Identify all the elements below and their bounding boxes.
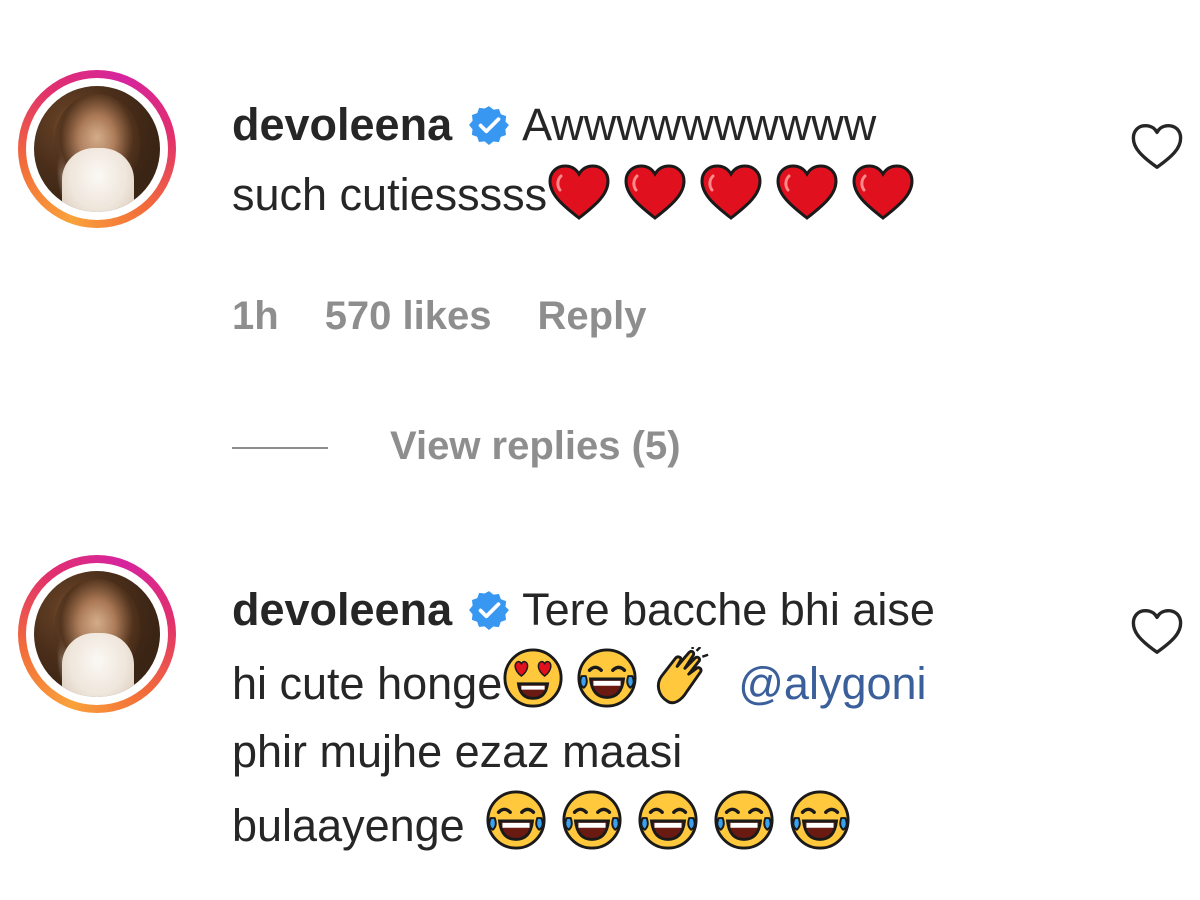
like-heart-icon[interactable] bbox=[1130, 122, 1184, 172]
comment-text-line-1: devoleena Awwwwwwwwww bbox=[232, 90, 876, 160]
tears-of-joy-face-icon bbox=[713, 789, 775, 851]
comment-text-line-2: such cutiesssss bbox=[232, 160, 915, 230]
tears-of-joy-face-icon bbox=[576, 647, 638, 709]
reply-button[interactable]: Reply bbox=[538, 294, 647, 338]
comment-time[interactable]: 1h bbox=[232, 294, 279, 338]
avatar[interactable] bbox=[18, 70, 176, 228]
comment-text: bulaayenge bbox=[232, 800, 465, 851]
avatar-ring-gap bbox=[26, 563, 168, 705]
comment-text: Awwwwwwwwww bbox=[522, 99, 877, 150]
divider-line bbox=[232, 447, 328, 450]
comment-meta: 1h 570 likes Reply bbox=[232, 286, 692, 346]
tears-of-joy-face-icon bbox=[561, 789, 623, 851]
username-link[interactable]: devoleena bbox=[232, 99, 452, 150]
red-heart-icon bbox=[699, 164, 763, 220]
comment-text: phir mujhe ezaz maasi bbox=[232, 726, 683, 777]
comment-text-line-3: phir mujhe ezaz maasi bbox=[232, 717, 682, 787]
heart-eyes-face-icon bbox=[502, 647, 564, 709]
clapping-hands-icon bbox=[650, 647, 712, 709]
comment-text: Tere bacche bhi aise bbox=[522, 584, 935, 635]
avatar-photo bbox=[34, 571, 160, 697]
comment-text-line-4: bulaayenge bbox=[232, 789, 851, 861]
mention-link[interactable]: @alygoni bbox=[738, 658, 926, 709]
avatar-dress bbox=[62, 148, 134, 212]
view-replies-button[interactable]: View replies (5) bbox=[232, 416, 681, 476]
red-heart-icon bbox=[623, 164, 687, 220]
red-heart-icon bbox=[775, 164, 839, 220]
red-heart-icon bbox=[851, 164, 915, 220]
comment-text-line-2: hi cute honge @alygoni bbox=[232, 647, 927, 719]
avatar[interactable] bbox=[18, 555, 176, 713]
avatar-photo bbox=[34, 86, 160, 212]
comment-likes[interactable]: 570 likes bbox=[325, 294, 492, 338]
tears-of-joy-face-icon bbox=[485, 789, 547, 851]
verified-badge-icon bbox=[468, 589, 510, 631]
comment-text-line-1: devoleena Tere bacche bhi aise bbox=[232, 575, 935, 645]
comment-text: hi cute honge bbox=[232, 658, 503, 709]
view-replies-label: View replies (5) bbox=[390, 424, 681, 468]
verified-badge-icon bbox=[468, 104, 510, 146]
username-link[interactable]: devoleena bbox=[232, 584, 452, 635]
avatar-dress bbox=[62, 633, 134, 697]
like-heart-icon[interactable] bbox=[1130, 607, 1184, 657]
tears-of-joy-face-icon bbox=[789, 789, 851, 851]
tears-of-joy-face-icon bbox=[637, 789, 699, 851]
avatar-ring-gap bbox=[26, 78, 168, 220]
comment-text: such cutiesssss bbox=[232, 169, 548, 220]
red-heart-icon bbox=[547, 164, 611, 220]
